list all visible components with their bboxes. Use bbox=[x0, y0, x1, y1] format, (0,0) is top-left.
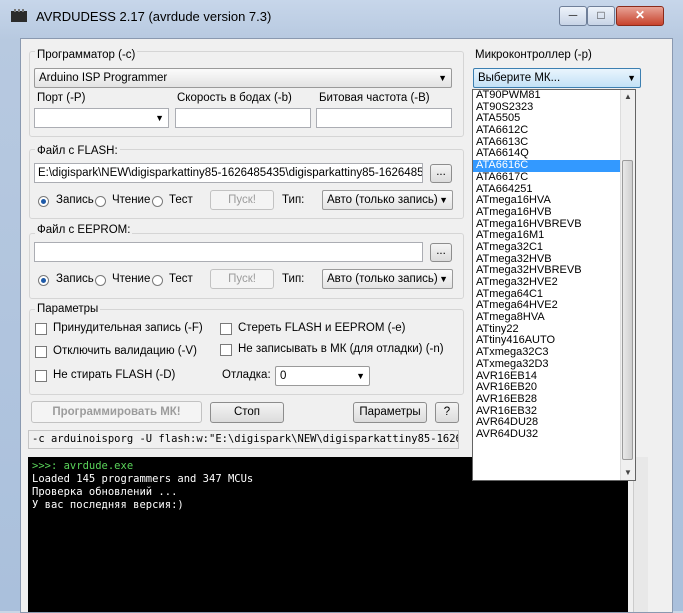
mcu-option[interactable]: ATA6617C bbox=[473, 171, 635, 184]
eeprom-write-label: Запись bbox=[56, 273, 94, 285]
no-write-label: Не записывать в МК (для отладки) (-n) bbox=[238, 343, 444, 355]
flash-label: Файл с FLASH: bbox=[35, 145, 120, 157]
chevron-down-icon: ▼ bbox=[155, 113, 164, 123]
options-group-label: Параметры bbox=[35, 303, 101, 315]
baud-input[interactable] bbox=[175, 108, 311, 128]
flash-path-input[interactable]: E:\digispark\NEW\digisparkattiny85-16264… bbox=[34, 163, 423, 183]
mcu-group-label: Микроконтроллер (-p) bbox=[475, 49, 592, 61]
flash-go-button[interactable]: Пуск! bbox=[210, 190, 274, 210]
force-label: Принудительная запись (-F) bbox=[53, 322, 203, 334]
no-erase-label: Не стирать FLASH (-D) bbox=[53, 369, 176, 381]
flash-write-label: Запись bbox=[56, 194, 94, 206]
bitclock-label: Битовая частота (-B) bbox=[319, 92, 430, 104]
debug-value: 0 bbox=[280, 370, 287, 382]
eeprom-label: Файл с EEPROM: bbox=[35, 224, 133, 236]
chevron-down-icon: ▼ bbox=[356, 371, 365, 381]
chevron-down-icon: ▼ bbox=[439, 274, 448, 284]
mcu-option[interactable]: ATmega32C1 bbox=[473, 241, 635, 254]
programmer-group-label: Программатор (-c) bbox=[35, 49, 138, 61]
flash-read-radio[interactable] bbox=[95, 196, 106, 207]
erase-label: Стереть FLASH и EEPROM (-e) bbox=[238, 322, 406, 334]
chevron-down-icon: ▼ bbox=[627, 73, 636, 83]
eeprom-read-label: Чтение bbox=[112, 273, 151, 285]
no-erase-checkbox[interactable] bbox=[35, 370, 47, 382]
baud-label: Скорость в бодах (-b) bbox=[177, 92, 292, 104]
window-title: AVRDUDESS 2.17 (avrdude version 7.3) bbox=[36, 9, 272, 24]
erase-checkbox[interactable] bbox=[220, 323, 232, 335]
console-line: У вас последняя версия:) bbox=[32, 499, 184, 511]
programmer-select[interactable]: Arduino ISP Programmer ▼ bbox=[34, 68, 452, 88]
eeprom-type-select[interactable]: Авто (только запись) ▼ bbox=[322, 269, 453, 289]
mcu-option[interactable]: ATmega32HVE2 bbox=[473, 276, 635, 289]
mcu-option[interactable]: ATxmega32D3 bbox=[473, 358, 635, 371]
program-button[interactable]: Программировать МК! bbox=[31, 401, 202, 423]
mcu-option[interactable]: ATA6612C bbox=[473, 124, 635, 137]
no-verify-label: Отключить валидацию (-V) bbox=[53, 345, 197, 357]
mcu-dropdown-list[interactable]: AT90PWM81 AT90S2323 ATA5505 ATA6612C ATA6613… bbox=[472, 89, 636, 481]
command-line-field[interactable]: -c arduinoisporg -U flash:w:"E:\digispar… bbox=[28, 430, 459, 449]
mcu-select[interactable]: Выберите МК... ▼ bbox=[473, 68, 641, 88]
title-bar[interactable]: AVRDUDESS 2.17 (avrdude version 7.3) ─ □… bbox=[0, 0, 683, 32]
no-write-checkbox[interactable] bbox=[220, 344, 232, 356]
app-icon bbox=[11, 9, 27, 22]
flash-write-radio[interactable] bbox=[38, 196, 49, 207]
scroll-thumb[interactable] bbox=[622, 160, 633, 460]
help-button[interactable]: ? bbox=[435, 402, 459, 423]
flash-verify-label: Тест bbox=[169, 194, 193, 206]
minimize-button[interactable]: ─ bbox=[559, 6, 587, 26]
eeprom-go-button[interactable]: Пуск! bbox=[210, 269, 274, 289]
close-button[interactable]: ✕ bbox=[616, 6, 664, 26]
chevron-down-icon: ▼ bbox=[438, 73, 447, 83]
params-button[interactable]: Параметры bbox=[353, 402, 427, 423]
flash-type-value: Авто (только запись) bbox=[327, 194, 438, 206]
flash-verify-radio[interactable] bbox=[152, 196, 163, 207]
mcu-option[interactable]: AVR64DU32 bbox=[473, 428, 635, 441]
eeprom-write-radio[interactable] bbox=[38, 275, 49, 286]
chevron-down-icon: ▼ bbox=[439, 195, 448, 205]
port-label: Порт (-P) bbox=[37, 92, 86, 104]
debug-select[interactable]: 0 ▼ bbox=[275, 366, 370, 386]
mcu-scrollbar[interactable]: ▲ ▼ bbox=[620, 90, 635, 480]
programmer-selected-value: Arduino ISP Programmer bbox=[39, 72, 168, 84]
stop-button[interactable]: Стоп bbox=[210, 402, 284, 423]
flash-type-select[interactable]: Авто (только запись) ▼ bbox=[322, 190, 453, 210]
eeprom-verify-label: Тест bbox=[169, 273, 193, 285]
mcu-option[interactable]: ATmega16HVB bbox=[473, 206, 635, 219]
debug-label: Отладка: bbox=[222, 369, 271, 381]
console-line: Проверка обновлений ... bbox=[32, 486, 178, 498]
mcu-selected-value: Выберите МК... bbox=[478, 72, 561, 84]
force-checkbox[interactable] bbox=[35, 323, 47, 335]
flash-browse-button[interactable]: ... bbox=[430, 164, 452, 183]
flash-read-label: Чтение bbox=[112, 194, 151, 206]
eeprom-verify-radio[interactable] bbox=[152, 275, 163, 286]
scroll-down-icon[interactable]: ▼ bbox=[621, 466, 635, 480]
eeprom-type-value: Авто (только запись) bbox=[327, 273, 438, 285]
mcu-options: AT90PWM81 AT90S2323 ATA5505 ATA6612C ATA6613… bbox=[473, 90, 635, 441]
mcu-option[interactable]: ATmega8HVA bbox=[473, 311, 635, 324]
no-verify-checkbox[interactable] bbox=[35, 346, 47, 358]
maximize-button[interactable]: □ bbox=[587, 6, 615, 26]
eeprom-path-input[interactable] bbox=[34, 242, 423, 262]
bitclock-input[interactable] bbox=[316, 108, 452, 128]
mcu-option[interactable]: AT90PWM81 bbox=[473, 90, 635, 102]
port-combo[interactable]: ▼ bbox=[34, 108, 169, 128]
scroll-up-icon[interactable]: ▲ bbox=[621, 90, 635, 104]
flash-type-label: Тип: bbox=[282, 194, 305, 206]
eeprom-type-label: Тип: bbox=[282, 273, 305, 285]
eeprom-browse-button[interactable]: ... bbox=[430, 243, 452, 262]
mcu-option[interactable]: AVR16EB28 bbox=[473, 393, 635, 406]
eeprom-read-radio[interactable] bbox=[95, 275, 106, 286]
